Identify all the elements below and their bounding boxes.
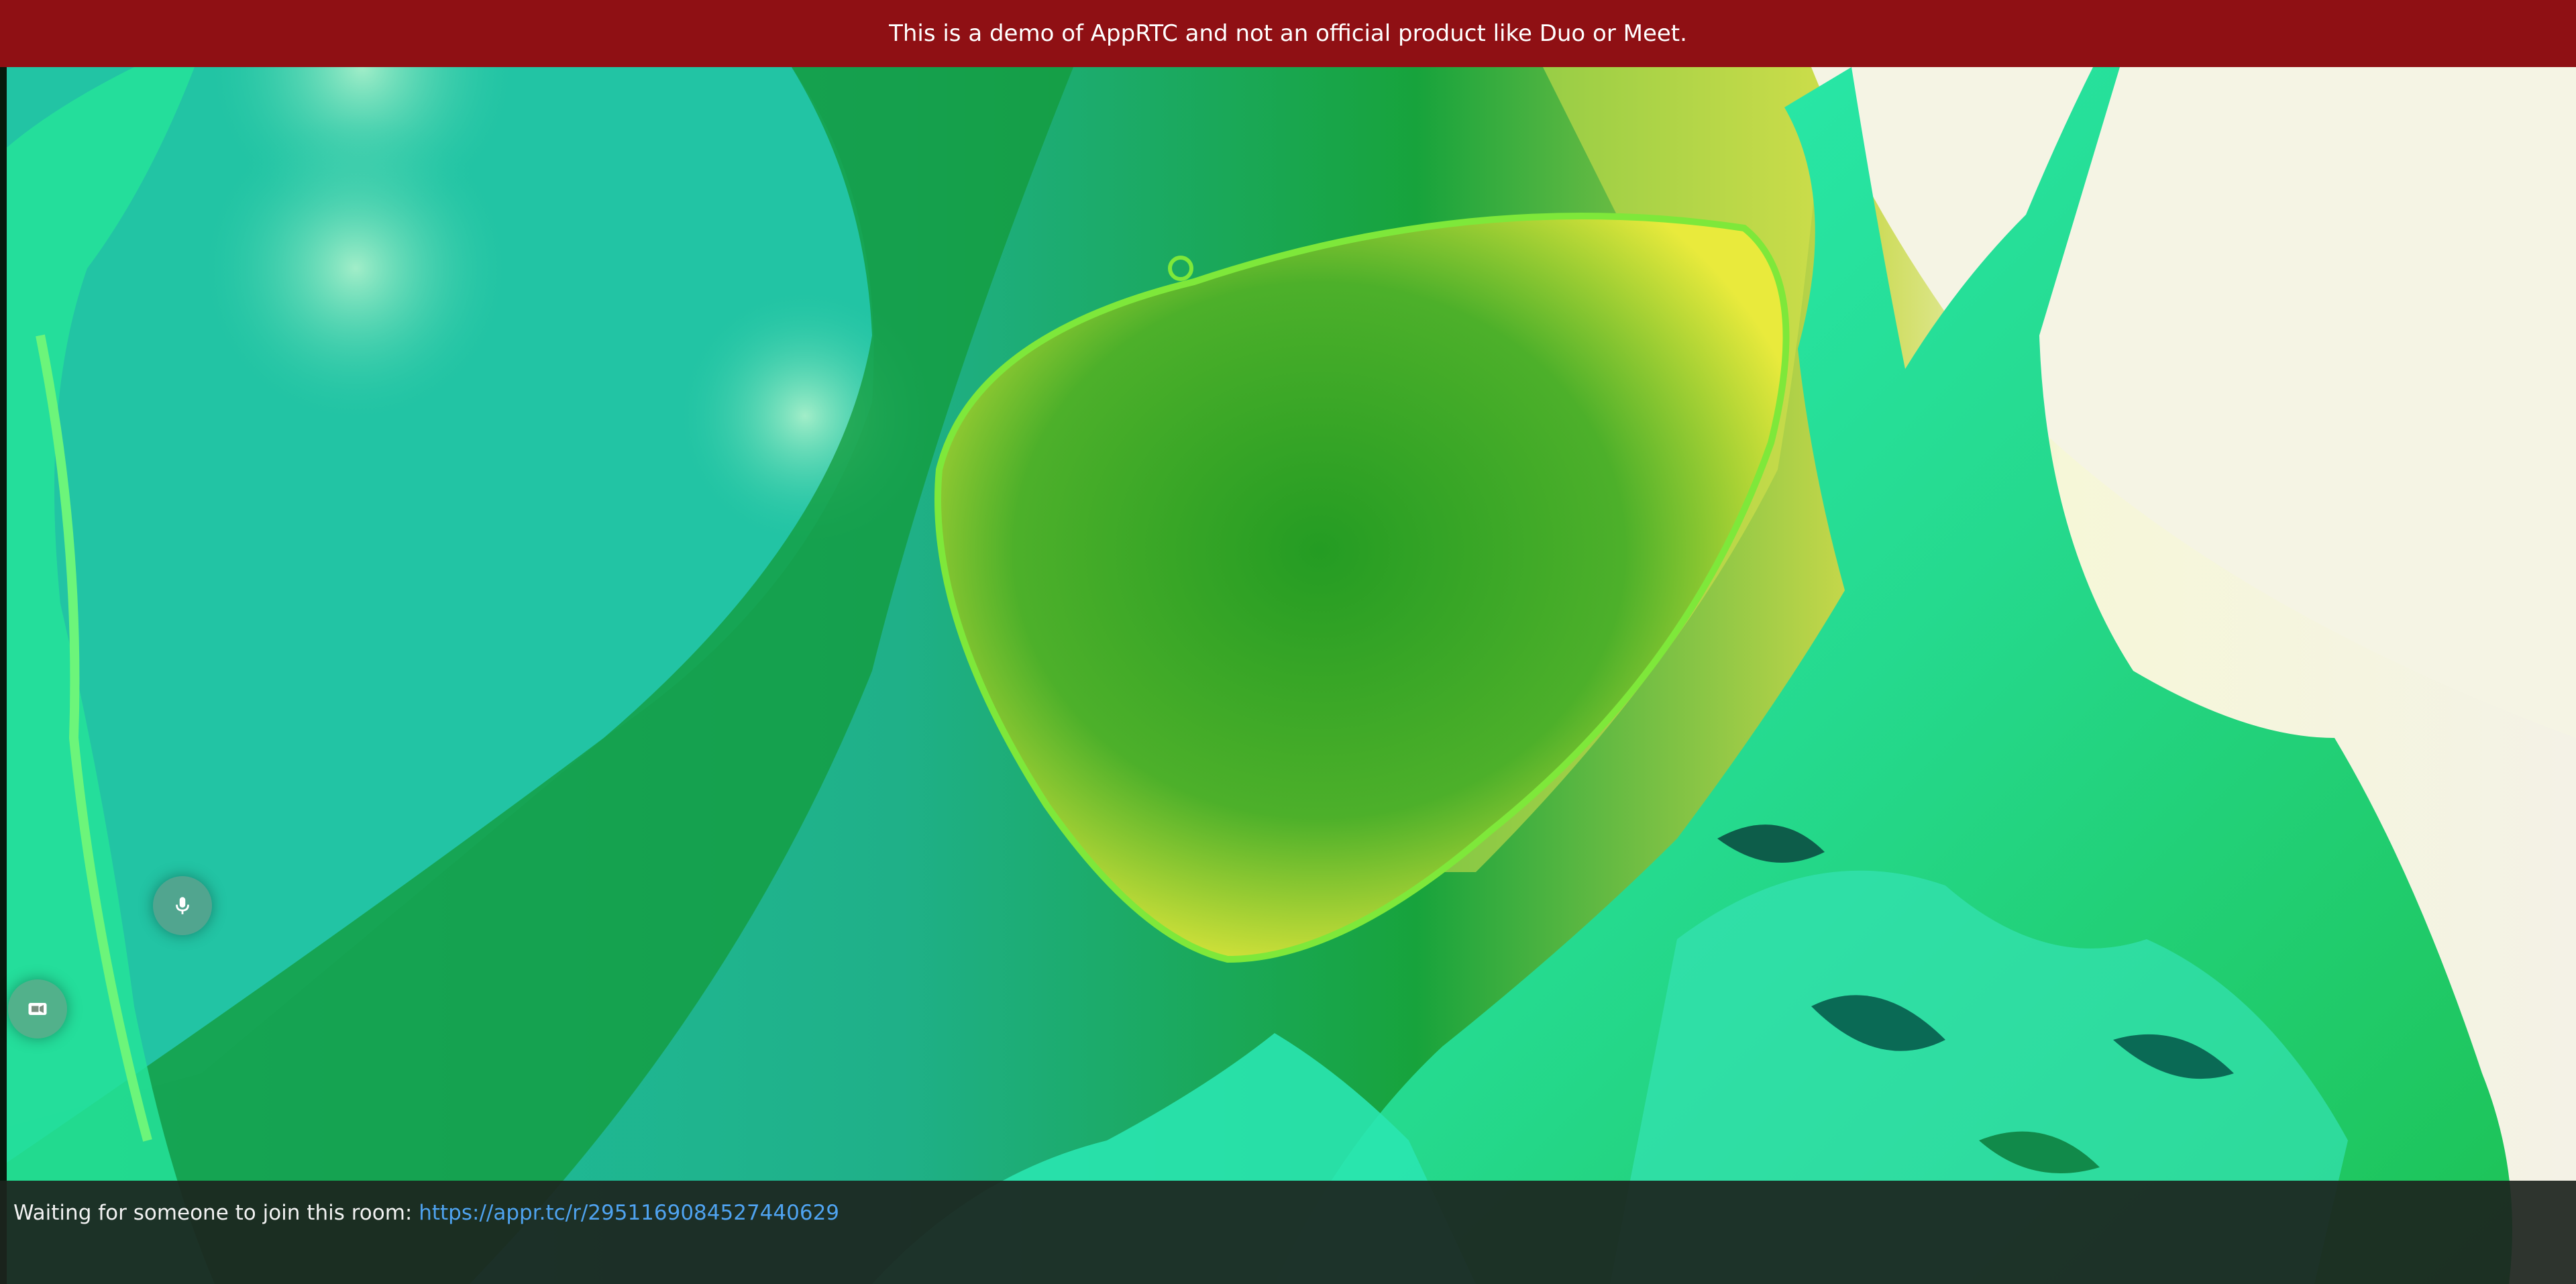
status-bar: Waiting for someone to join this room: h… bbox=[0, 1181, 2576, 1284]
mute-video-button[interactable] bbox=[8, 979, 67, 1038]
remote-video bbox=[0, 67, 2576, 1284]
demo-banner: This is a demo of AppRTC and not an offi… bbox=[0, 0, 2576, 67]
room-link[interactable]: https://appr.tc/r/2951169084527440629 bbox=[419, 1201, 839, 1225]
mute-audio-button[interactable] bbox=[153, 876, 212, 935]
microphone-icon bbox=[171, 894, 194, 917]
waiting-message: Waiting for someone to join this room: h… bbox=[13, 1201, 839, 1225]
waiting-text: Waiting for someone to join this room: bbox=[13, 1201, 419, 1225]
video-frame-image bbox=[0, 67, 2576, 1284]
video-camera-icon bbox=[25, 997, 50, 1021]
apprtc-page: This is a demo of AppRTC and not an offi… bbox=[0, 0, 2576, 1284]
demo-banner-text: This is a demo of AppRTC and not an offi… bbox=[889, 20, 1687, 47]
video-left-edge bbox=[0, 67, 7, 1284]
